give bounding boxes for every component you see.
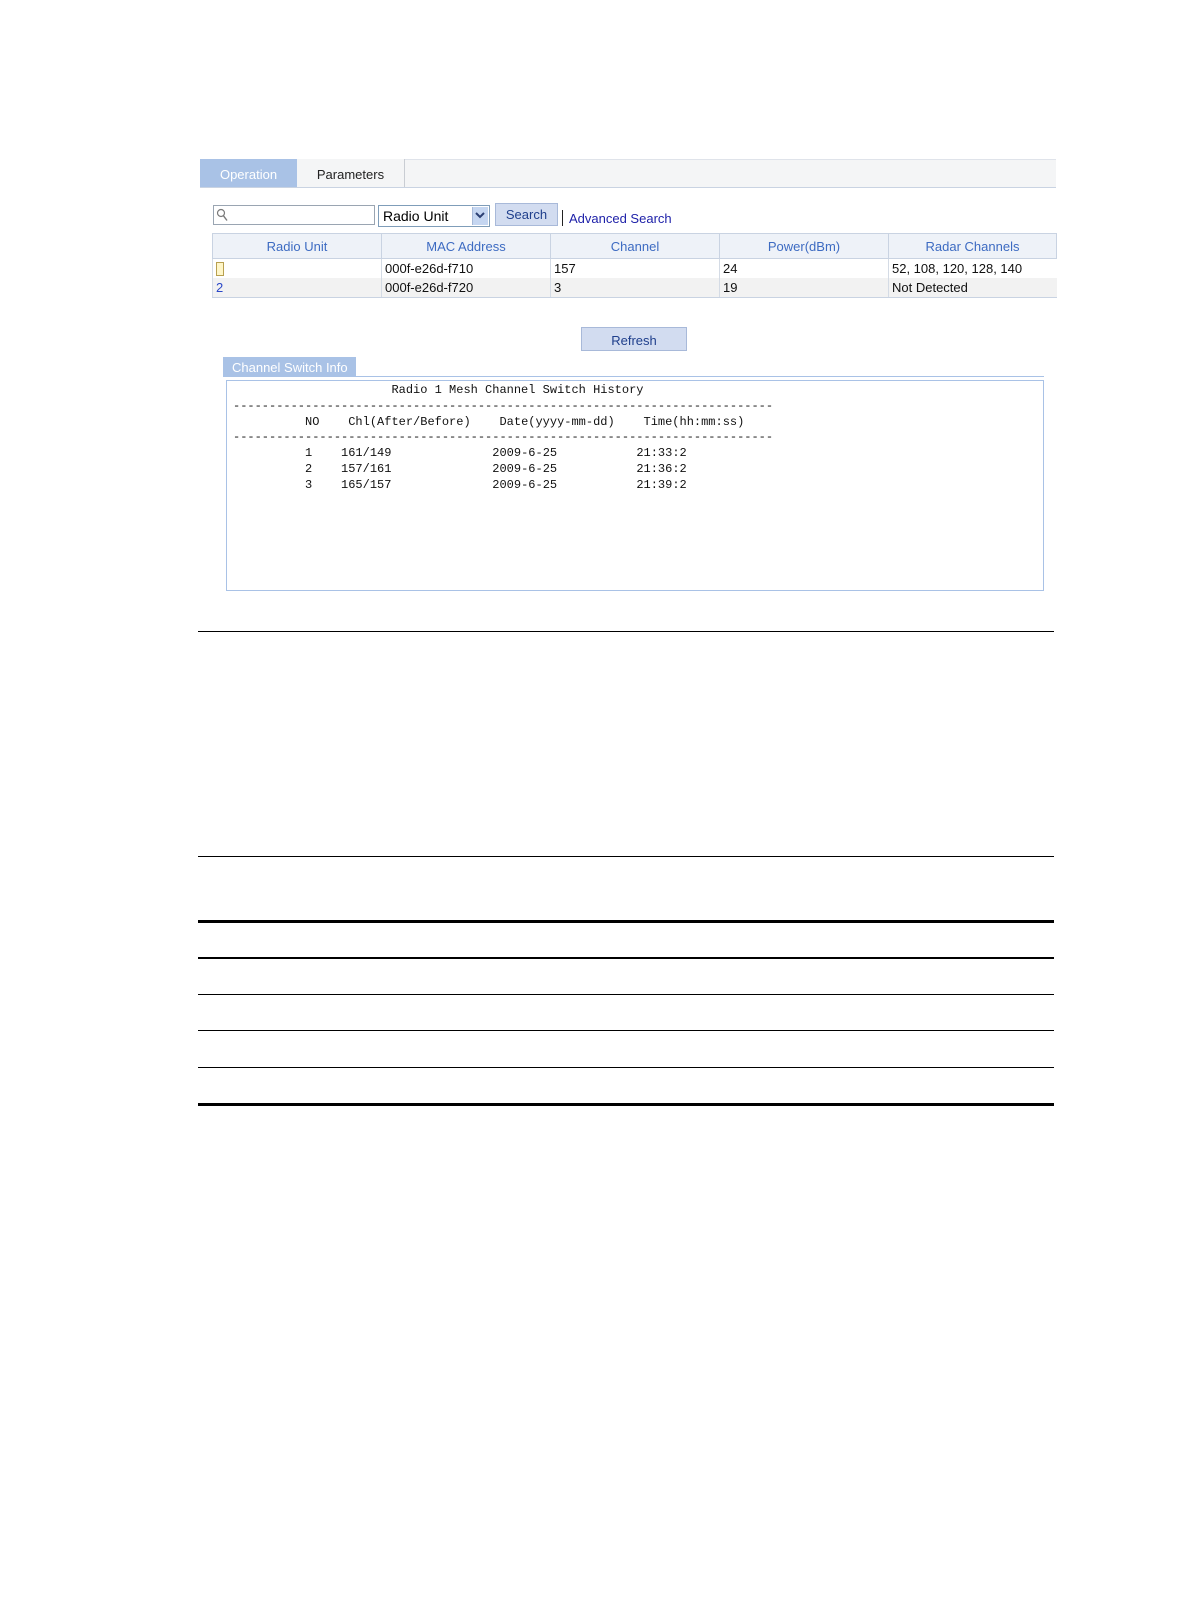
cell-power: 19	[719, 278, 889, 298]
chevron-down-icon[interactable]	[472, 207, 488, 225]
separator-line: ----------------------------------------…	[233, 398, 774, 413]
history-record: 2 157/161 2009-6-25 21:36:2	[305, 461, 687, 476]
tab-bar: Operation Parameters	[200, 159, 1056, 188]
table-top-rule	[198, 920, 1054, 923]
divider	[198, 631, 1054, 632]
history-record: 1 161/149 2009-6-25 21:33:2	[305, 446, 687, 461]
advanced-search-link[interactable]: Advanced Search	[569, 211, 672, 226]
tab-operation[interactable]: Operation	[200, 159, 297, 187]
column-header-mac-address[interactable]: MAC Address	[381, 233, 551, 259]
radio-table: Radio Unit MAC Address Channel Power(dBm…	[212, 233, 1057, 298]
search-icon	[216, 208, 228, 221]
column-header-radar-channels[interactable]: Radar Channels	[888, 233, 1057, 259]
cell-mac: 000f-e26d-f720	[381, 278, 551, 298]
tab-parameters[interactable]: Parameters	[297, 159, 405, 187]
search-field-selected: Radio Unit	[383, 208, 449, 224]
cell-power: 24	[719, 258, 889, 278]
cell-mac: 000f-e26d-f710	[381, 258, 551, 278]
tab-bar-filler	[405, 159, 1056, 187]
cell-radar: 52, 108, 120, 128, 140	[888, 258, 1057, 278]
divider	[198, 856, 1054, 857]
table-row-rule	[198, 1067, 1054, 1068]
cell-channel: 3	[550, 278, 720, 298]
table-row[interactable]: 2 000f-e26d-f720 3 19 Not Detected	[212, 278, 1057, 298]
table-row-rule	[198, 994, 1054, 995]
column-header-radio-unit[interactable]: Radio Unit	[212, 233, 382, 259]
history-record: 3 165/157 2009-6-25 21:39:2	[305, 477, 687, 492]
table-header-rule	[198, 957, 1054, 959]
radio-unit-link[interactable]: 2	[216, 280, 223, 295]
column-header-power[interactable]: Power(dBm)	[719, 233, 889, 259]
cell-radar: Not Detected	[888, 278, 1057, 298]
table-row-rule	[198, 1030, 1054, 1031]
table-row[interactable]: 000f-e26d-f710 157 24 52, 108, 120, 128,…	[212, 258, 1057, 278]
search-field-select[interactable]: Radio Unit	[378, 205, 490, 227]
divider	[562, 210, 563, 226]
panel-tab-underline	[356, 376, 1044, 377]
cell-radio-unit[interactable]: 2	[212, 278, 382, 298]
search-button[interactable]: Search	[495, 203, 558, 226]
cell-channel: 157	[550, 258, 720, 278]
history-header-line: NO Chl(After/Before) Date(yyyy-mm-dd) Ti…	[305, 414, 745, 429]
column-header-channel[interactable]: Channel	[550, 233, 720, 259]
refresh-button[interactable]: Refresh	[581, 327, 687, 351]
history-title-line: Radio 1 Mesh Channel Switch History	[391, 383, 644, 397]
tab-channel-switch-info[interactable]: Channel Switch Info	[223, 357, 356, 377]
separator-line: ----------------------------------------…	[233, 430, 774, 445]
table-header-row: Radio Unit MAC Address Channel Power(dBm…	[212, 233, 1057, 259]
channel-switch-panel: Radio 1 Mesh Channel Switch History ----…	[226, 380, 1044, 591]
search-input[interactable]	[230, 207, 370, 223]
table-bottom-rule	[198, 1103, 1054, 1106]
search-input-wrapper[interactable]	[213, 205, 375, 225]
cell-radio-unit[interactable]	[212, 258, 382, 278]
channel-switch-history-text: Radio 1 Mesh Channel Switch History ----…	[233, 383, 773, 494]
radio-unit-icon[interactable]	[216, 262, 224, 277]
